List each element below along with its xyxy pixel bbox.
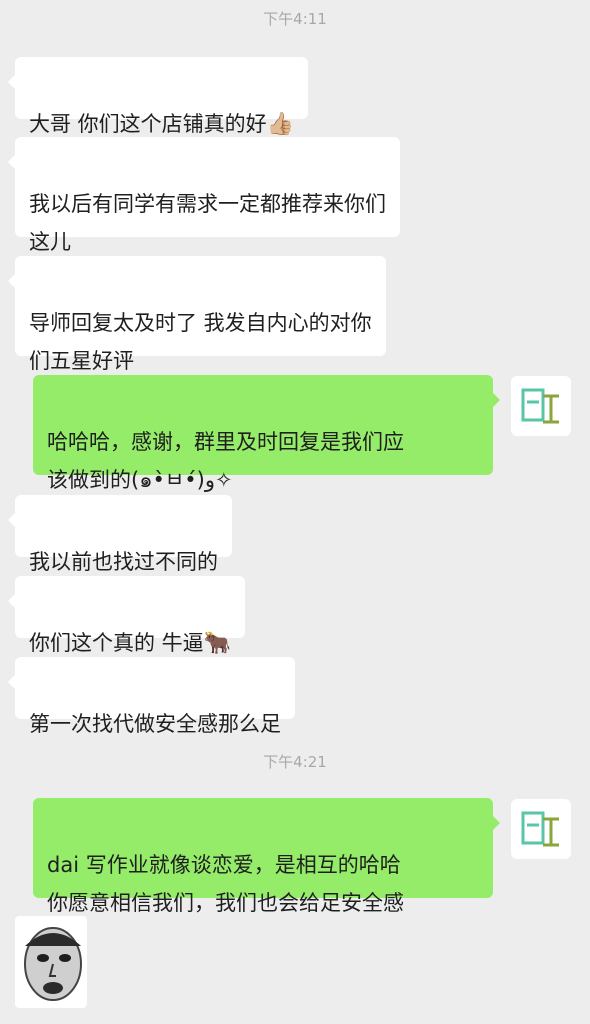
outgoing-message-bubble[interactable]: dai 写作业就像谈恋爱，是相互的哈哈 你愿意相信我们，我们也会给足安全感 bbox=[33, 798, 500, 915]
company-logo-avatar[interactable] bbox=[511, 376, 571, 436]
thumbs-up-icon: 👍🏼 bbox=[266, 112, 295, 137]
incoming-message-bubble[interactable]: 导师回复太及时了 我发自内心的对你 们五星好评 bbox=[8, 256, 386, 373]
message-text: 导师回复太及时了 我发自内心的对你 们五星好评 bbox=[29, 311, 372, 373]
meme-face-icon bbox=[24, 927, 82, 1001]
ox-icon: 🐂 bbox=[203, 631, 232, 656]
incoming-message-bubble[interactable]: 我以后有同学有需求一定都推荐来你们 这儿 bbox=[8, 137, 400, 254]
outgoing-message-bubble[interactable]: 哈哈哈，感谢，群里及时回复是我们应 该做到的(๑•̀ㅂ•́)و✧ bbox=[33, 375, 500, 492]
timestamp: 下午4:11 bbox=[263, 10, 327, 28]
message-text: 哈哈哈，感谢，群里及时回复是我们应 该做到的(๑•̀ㅂ•́)و✧ bbox=[47, 430, 404, 492]
message-text: 大哥 你们这个店铺真的好 bbox=[29, 112, 267, 136]
logo-icon bbox=[521, 811, 559, 847]
timestamp: 下午4:21 bbox=[263, 753, 327, 771]
incoming-message-bubble[interactable]: 第一次找代做安全感那么足 bbox=[8, 657, 295, 736]
company-logo-avatar[interactable] bbox=[511, 799, 571, 859]
incoming-message-bubble[interactable]: 我以前也找过不同的 bbox=[8, 495, 232, 574]
message-text: 我以前也找过不同的 bbox=[29, 550, 218, 574]
incoming-message-bubble[interactable]: 你们这个真的 牛逼🐂 bbox=[7, 576, 246, 656]
message-text: 我以后有同学有需求一定都推荐来你们 这儿 bbox=[29, 192, 386, 254]
meme-face-sticker[interactable] bbox=[15, 916, 87, 1008]
message-text: dai 写作业就像谈恋爱，是相互的哈哈 你愿意相信我们，我们也会给足安全感 bbox=[47, 853, 404, 915]
logo-icon bbox=[521, 388, 559, 424]
incoming-message-bubble[interactable]: 大哥 你们这个店铺真的好👍🏼 bbox=[7, 57, 309, 137]
message-text: 第一次找代做安全感那么足 bbox=[29, 712, 281, 736]
message-text: 你们这个真的 牛逼 bbox=[29, 631, 204, 655]
